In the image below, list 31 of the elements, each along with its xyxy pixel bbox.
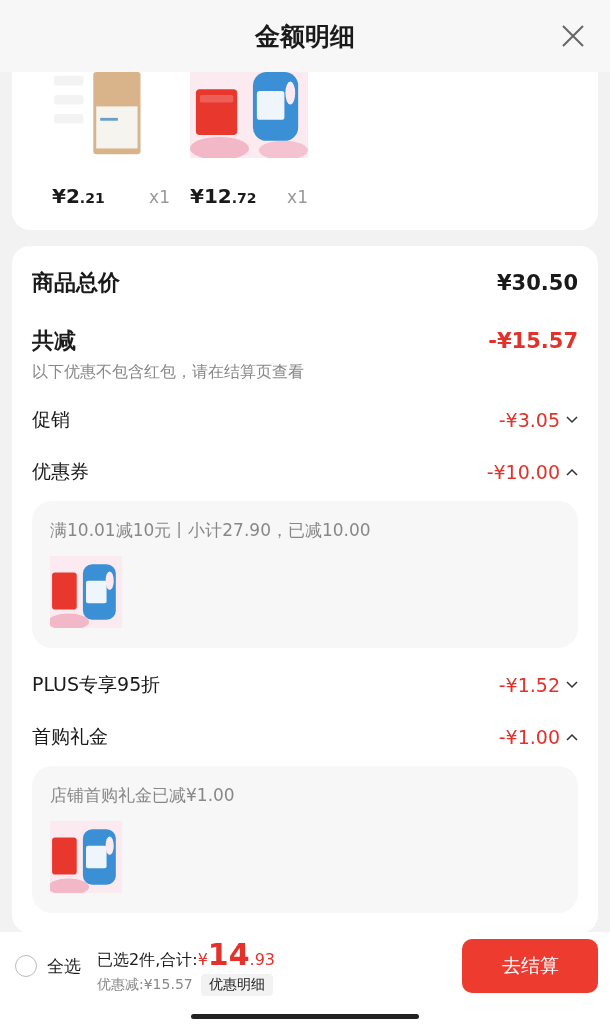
- discount-detail-button[interactable]: 优惠明细: [200, 973, 273, 996]
- discount-value: -¥10.00: [486, 461, 560, 483]
- row-value: -¥15.57: [488, 329, 578, 353]
- chevron-icon[interactable]: [566, 416, 578, 424]
- close-icon[interactable]: [561, 24, 585, 48]
- product-quantity: x1: [149, 187, 170, 207]
- discount-label: 促销: [32, 407, 70, 432]
- chevron-icon[interactable]: [566, 468, 578, 476]
- chevron-icon[interactable]: [566, 681, 578, 689]
- row-label: 商品总价: [32, 269, 120, 297]
- product-price: ¥2.21: [52, 184, 105, 208]
- discount-label: 优惠券: [32, 459, 89, 484]
- discount-value: -¥1.52: [498, 674, 560, 696]
- discount-label: 首购礼金: [32, 724, 108, 749]
- row-label: 共减: [32, 327, 76, 355]
- discount-value: -¥1.00: [498, 726, 560, 748]
- checkout-button[interactable]: 去结算: [462, 939, 598, 993]
- saving-text: 优惠减:¥15.57: [97, 975, 193, 994]
- discount-value: -¥3.05: [498, 409, 560, 431]
- chevron-icon[interactable]: [566, 733, 578, 741]
- product-quantity: x1: [287, 187, 308, 207]
- product-price: ¥12.72: [190, 184, 257, 208]
- note-text: 以下优惠不包含红包，请在结算页查看: [32, 362, 305, 383]
- selected-summary: 已选2件,合计:: [97, 949, 198, 971]
- select-all-label[interactable]: 全选: [47, 954, 81, 978]
- total-price: ¥14.93: [197, 936, 276, 972]
- detail-text: 满10.01减10元丨小计27.90，已减10.00: [50, 519, 372, 542]
- discount-label: PLUS专享95折: [32, 672, 161, 697]
- sheet-title: 金额明细: [255, 20, 355, 53]
- detail-text: 店铺首购礼金已减¥1.00: [50, 784, 236, 807]
- row-value: ¥30.50: [496, 271, 578, 295]
